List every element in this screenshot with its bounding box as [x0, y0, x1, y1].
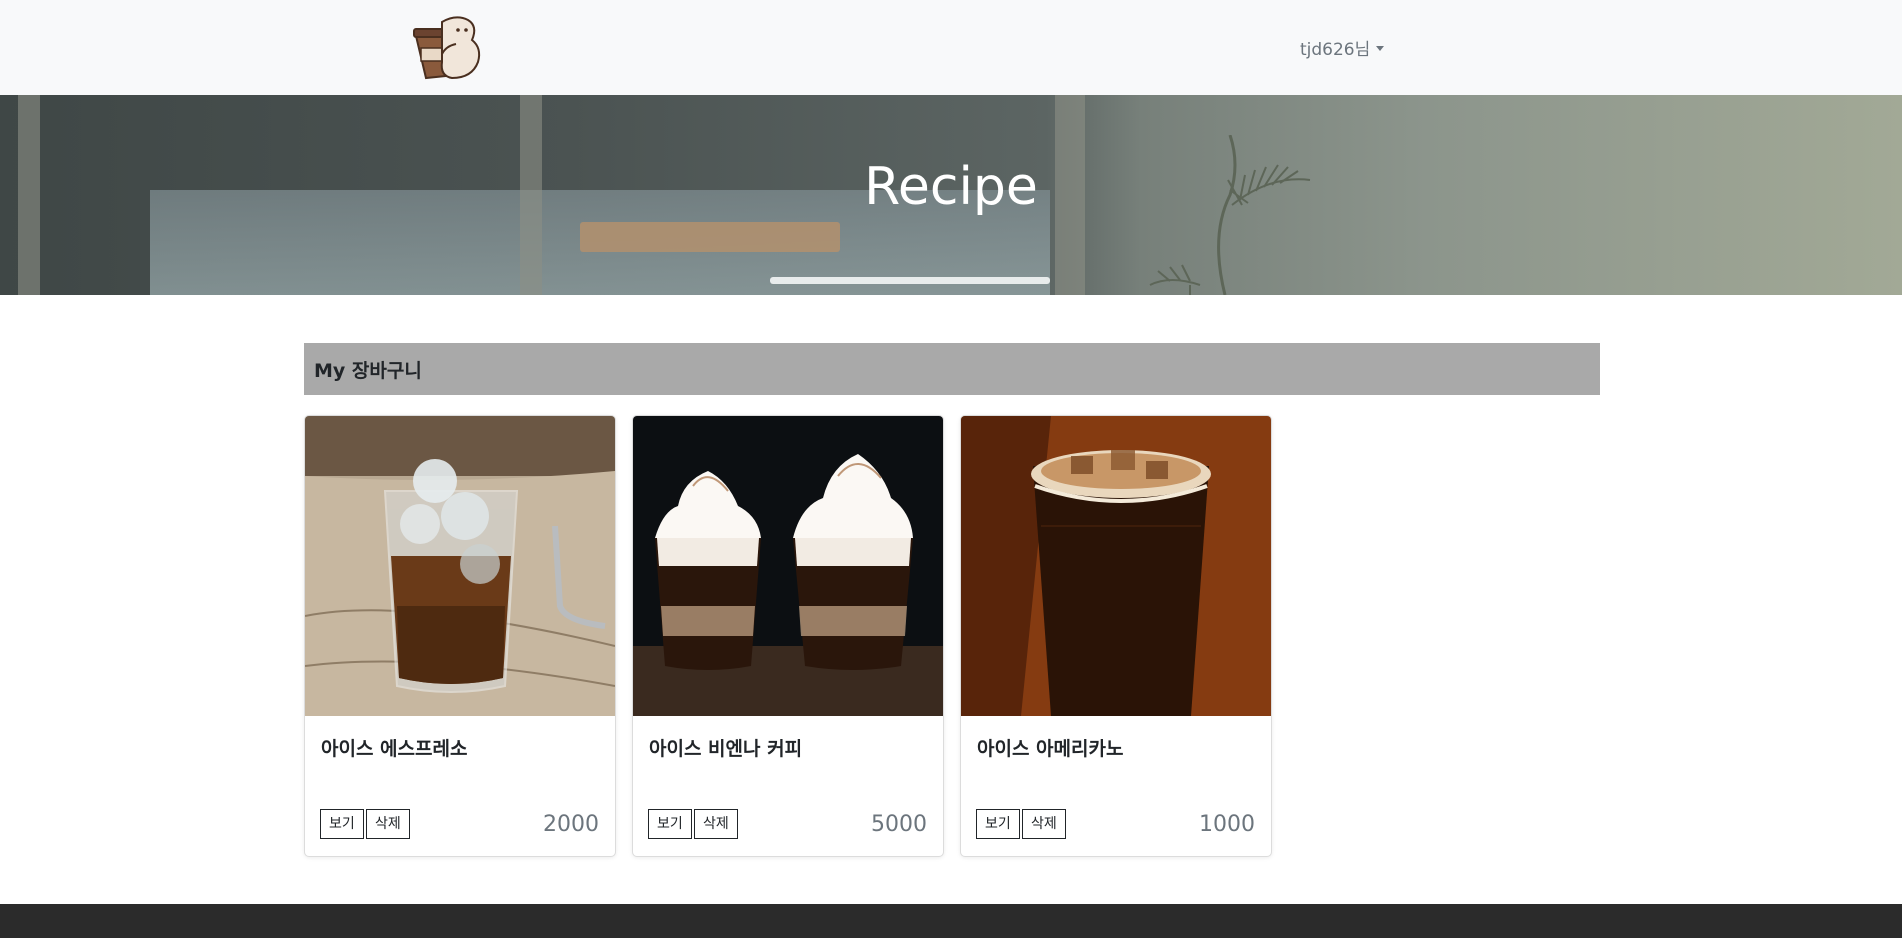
hero-title: Recipe	[864, 157, 1038, 217]
cart-item-card: 아이스 에스프레소 보기 삭제 2000	[304, 415, 616, 857]
view-button[interactable]: 보기	[976, 809, 1020, 839]
product-image	[305, 416, 615, 716]
cart-section-header: My 장바구니	[304, 343, 1600, 395]
view-button[interactable]: 보기	[320, 809, 364, 839]
caret-down-icon	[1376, 46, 1385, 51]
hero-background-bench	[580, 222, 840, 252]
delete-button[interactable]: 삭제	[366, 809, 410, 839]
product-name: 아이스 아메리카노	[977, 738, 1124, 760]
product-image	[633, 416, 943, 716]
view-button[interactable]: 보기	[648, 809, 692, 839]
navbar: tjd626님	[0, 0, 1902, 95]
user-name-label: tjd626님	[1300, 40, 1371, 60]
coffee-mascot-logo[interactable]	[412, 12, 488, 82]
cart-section-title: My 장바구니	[314, 360, 422, 382]
product-name: 아이스 비엔나 커피	[649, 738, 803, 760]
cart-item-card: 아이스 비엔나 커피 보기 삭제 5000	[632, 415, 944, 857]
hero-background-rail	[770, 277, 1050, 284]
user-dropdown[interactable]: tjd626님	[1300, 35, 1385, 60]
footer	[0, 904, 1902, 938]
product-image	[961, 416, 1271, 716]
product-name: 아이스 에스프레소	[321, 738, 468, 760]
product-price: 1000	[1199, 812, 1255, 837]
delete-button[interactable]: 삭제	[1022, 809, 1066, 839]
cart-item-card: 아이스 아메리카노 보기 삭제 1000	[960, 415, 1272, 857]
product-price: 2000	[543, 812, 599, 837]
hero-banner: Recipe	[0, 95, 1902, 295]
product-price: 5000	[871, 812, 927, 837]
delete-button[interactable]: 삭제	[694, 809, 738, 839]
